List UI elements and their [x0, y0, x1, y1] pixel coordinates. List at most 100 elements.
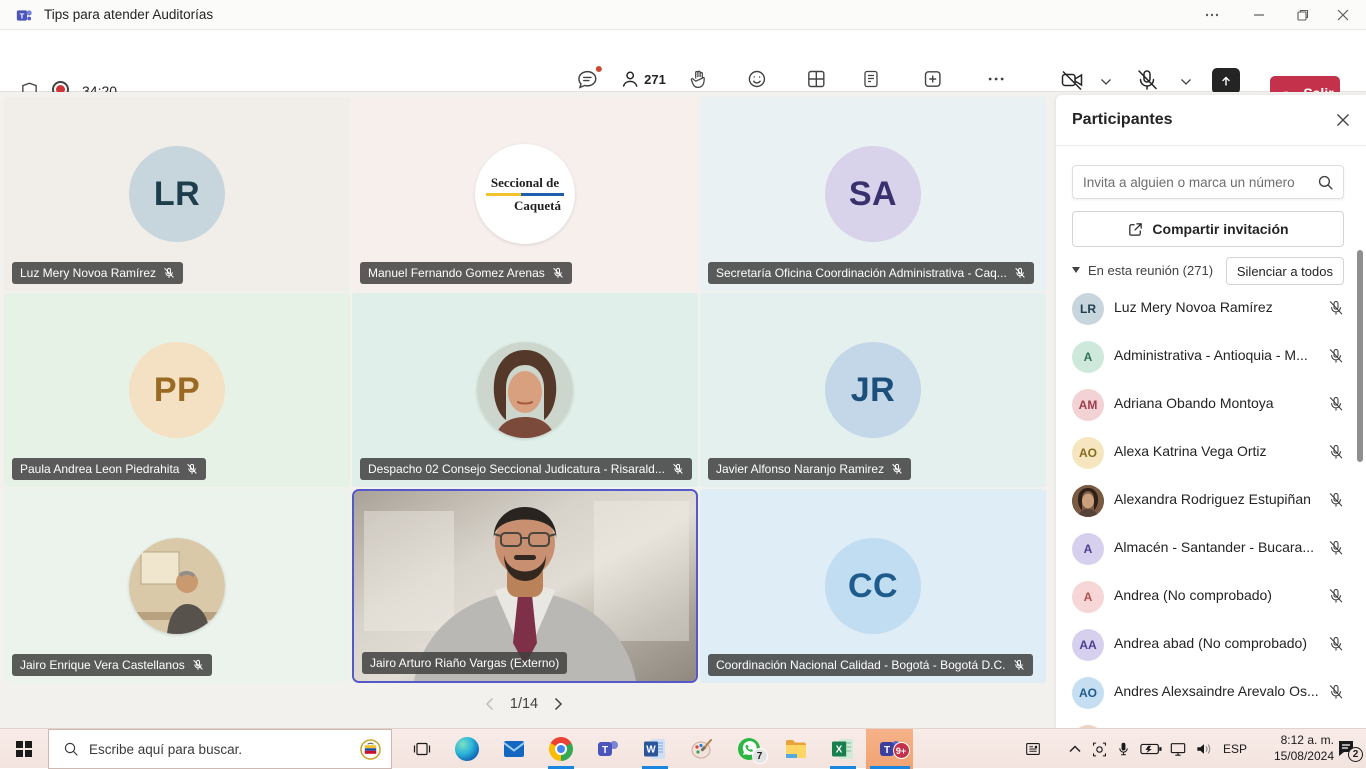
taskbar-word-icon[interactable]: W	[631, 729, 678, 769]
invite-search-field[interactable]	[1072, 165, 1344, 199]
mic-off-icon[interactable]	[1328, 396, 1344, 412]
camera-off-icon	[1048, 68, 1096, 92]
tray-speaker-icon[interactable]	[1190, 729, 1218, 769]
participant-name-chip: Jairo Arturo Riaño Vargas (Externo)	[362, 652, 567, 674]
close-button[interactable]	[1320, 0, 1366, 30]
participant-name: Almacén - Santander - Bucara...	[1114, 539, 1314, 555]
video-tile[interactable]: Despacho 02 Consejo Seccional Judicatura…	[352, 293, 698, 487]
meeting-toolbar: 34:20 Chat 271 Gente Participar Reaccion…	[0, 30, 1366, 92]
people-count: 271	[644, 72, 666, 87]
avatar: JR	[825, 342, 921, 438]
tray-network-icon[interactable]	[1164, 729, 1192, 769]
camera-options-chevron[interactable]	[1100, 78, 1112, 86]
grid-pagination: 1/14	[454, 696, 594, 712]
mic-off-icon[interactable]	[1328, 636, 1344, 652]
mic-off-icon[interactable]	[1328, 444, 1344, 460]
mic-off-icon[interactable]	[1328, 300, 1344, 316]
participant-row[interactable]: A Almacén - Santander - Bucara...	[1056, 525, 1366, 573]
taskbar-explorer-icon[interactable]	[772, 729, 819, 769]
window-title-bar: T Tips para atender Auditorías	[0, 0, 1366, 30]
minimize-button[interactable]	[1236, 0, 1282, 30]
mic-off-icon[interactable]	[1328, 540, 1344, 556]
people-icon	[620, 69, 640, 89]
tray-notifications-icon[interactable]: 2	[1336, 738, 1356, 758]
taskbar-teams-meeting-icon[interactable]: T 9+	[866, 729, 913, 769]
svg-text:T: T	[883, 745, 889, 756]
mic-off-icon[interactable]	[1328, 588, 1344, 604]
taskbar-search-input[interactable]	[89, 742, 339, 757]
participant-row[interactable]	[1056, 717, 1366, 728]
tray-mic-icon[interactable]	[1110, 729, 1136, 769]
collapse-triangle-icon[interactable]	[1072, 267, 1080, 273]
mic-off-icon	[891, 463, 903, 475]
taskbar-search-box[interactable]	[48, 729, 392, 769]
participant-name-chip: Manuel Fernando Gomez Arenas	[360, 262, 572, 284]
share-invitation-button[interactable]: Compartir invitación	[1072, 211, 1344, 247]
taskbar-teams-icon[interactable]: T	[584, 729, 631, 769]
tray-chevron-up-icon[interactable]	[1062, 729, 1088, 769]
in-meeting-section-header: En esta reunión (271) Silenciar a todos	[1072, 257, 1348, 285]
windows-taskbar: T W 7 X T 9+ ESP 8:12 a. m. 15/08/2024 2	[0, 728, 1366, 768]
video-tile[interactable]: SA Secretaría Oficina Coordinación Admin…	[700, 97, 1046, 291]
video-tile[interactable]: JR Javier Alfonso Naranjo Ramirez	[700, 293, 1046, 487]
taskbar-chrome-icon[interactable]	[537, 729, 584, 769]
taskbar-paint-icon[interactable]	[678, 729, 725, 769]
participant-name-chip: Javier Alfonso Naranjo Ramirez	[708, 458, 911, 480]
participant-row[interactable]: AO Andres Alexsaindre Arevalo Os...	[1056, 669, 1366, 717]
teams-app-icon: T	[16, 7, 33, 24]
in-meeting-count-label: En esta reunión (271)	[1088, 263, 1213, 278]
participant-name-chip: Paula Andrea Leon Piedrahita	[12, 458, 206, 480]
video-tile[interactable]: CC Coordinación Nacional Calidad - Bogot…	[700, 489, 1046, 683]
mic-off-icon	[1118, 68, 1176, 92]
mic-off-icon	[672, 463, 684, 475]
tray-news-icon[interactable]	[1018, 729, 1048, 769]
panel-close-icon[interactable]	[1336, 113, 1350, 127]
avatar: A	[1072, 581, 1104, 613]
video-tile[interactable]: PP Paula Andrea Leon Piedrahita	[4, 293, 350, 487]
tray-screen-record-icon[interactable]	[1086, 729, 1112, 769]
tray-language-indicator[interactable]: ESP	[1218, 729, 1252, 769]
share-screen-button[interactable]	[1212, 68, 1240, 94]
mute-all-button[interactable]: Silenciar a todos	[1226, 257, 1344, 285]
apps-plus-icon	[901, 68, 966, 90]
taskbar-whatsapp-icon[interactable]: 7	[725, 729, 772, 769]
participant-row[interactable]: A Andrea (No comprobado)	[1056, 573, 1366, 621]
participant-name-chip: Secretaría Oficina Coordinación Administ…	[708, 262, 1034, 284]
search-icon[interactable]	[1317, 174, 1334, 191]
participant-row[interactable]: AA Andrea abad (No comprobado)	[1056, 621, 1366, 669]
mic-options-chevron[interactable]	[1180, 78, 1192, 86]
mic-off-icon[interactable]	[1328, 492, 1344, 508]
tray-battery-icon[interactable]	[1136, 729, 1166, 769]
taskbar-excel-icon[interactable]: X	[819, 729, 866, 769]
page-prev-chevron[interactable]	[485, 697, 494, 711]
invite-search-input[interactable]	[1083, 166, 1308, 198]
notification-count-badge: 2	[1348, 747, 1363, 762]
mic-off-icon	[192, 659, 204, 671]
avatar: PP	[129, 342, 225, 438]
participant-row[interactable]: Alexandra Rodriguez Estupiñan	[1056, 477, 1366, 525]
whatsapp-badge: 7	[752, 748, 768, 764]
taskbar-mail-icon[interactable]	[490, 729, 537, 769]
participant-row[interactable]: AM Adriana Obando Montoya	[1056, 381, 1366, 429]
windows-logo-icon	[16, 741, 32, 757]
taskbar-edge-icon[interactable]	[443, 729, 490, 769]
window-overflow-menu[interactable]	[1189, 0, 1235, 30]
participant-name: Andrea abad (No comprobado)	[1114, 635, 1307, 651]
react-smiley-icon	[728, 68, 786, 90]
mic-off-icon[interactable]	[1328, 684, 1344, 700]
video-tile[interactable]: Jairo Enrique Vera Castellanos	[4, 489, 350, 683]
tray-clock[interactable]: 8:12 a. m. 15/08/2024	[1252, 729, 1334, 769]
video-tile[interactable]: LR Luz Mery Novoa Ramírez	[4, 97, 350, 291]
task-view-button[interactable]	[398, 729, 445, 769]
participant-row[interactable]: AO Alexa Katrina Vega Ortiz	[1056, 429, 1366, 477]
participant-row[interactable]: A Administrativa - Antioquia - M...	[1056, 333, 1366, 381]
video-tile[interactable]: Seccional de Caquetá Manuel Fernando Gom…	[352, 97, 698, 291]
mic-off-icon	[1013, 659, 1025, 671]
video-tile-active-speaker[interactable]: Jairo Arturo Riaño Vargas (Externo)	[352, 489, 698, 683]
panel-scrollbar-thumb[interactable]	[1357, 250, 1363, 462]
mic-off-icon[interactable]	[1328, 348, 1344, 364]
page-next-chevron[interactable]	[554, 697, 563, 711]
start-button[interactable]	[0, 729, 48, 769]
participant-name-chip: Jairo Enrique Vera Castellanos	[12, 654, 212, 676]
participant-row[interactable]: LR Luz Mery Novoa Ramírez	[1056, 285, 1366, 333]
